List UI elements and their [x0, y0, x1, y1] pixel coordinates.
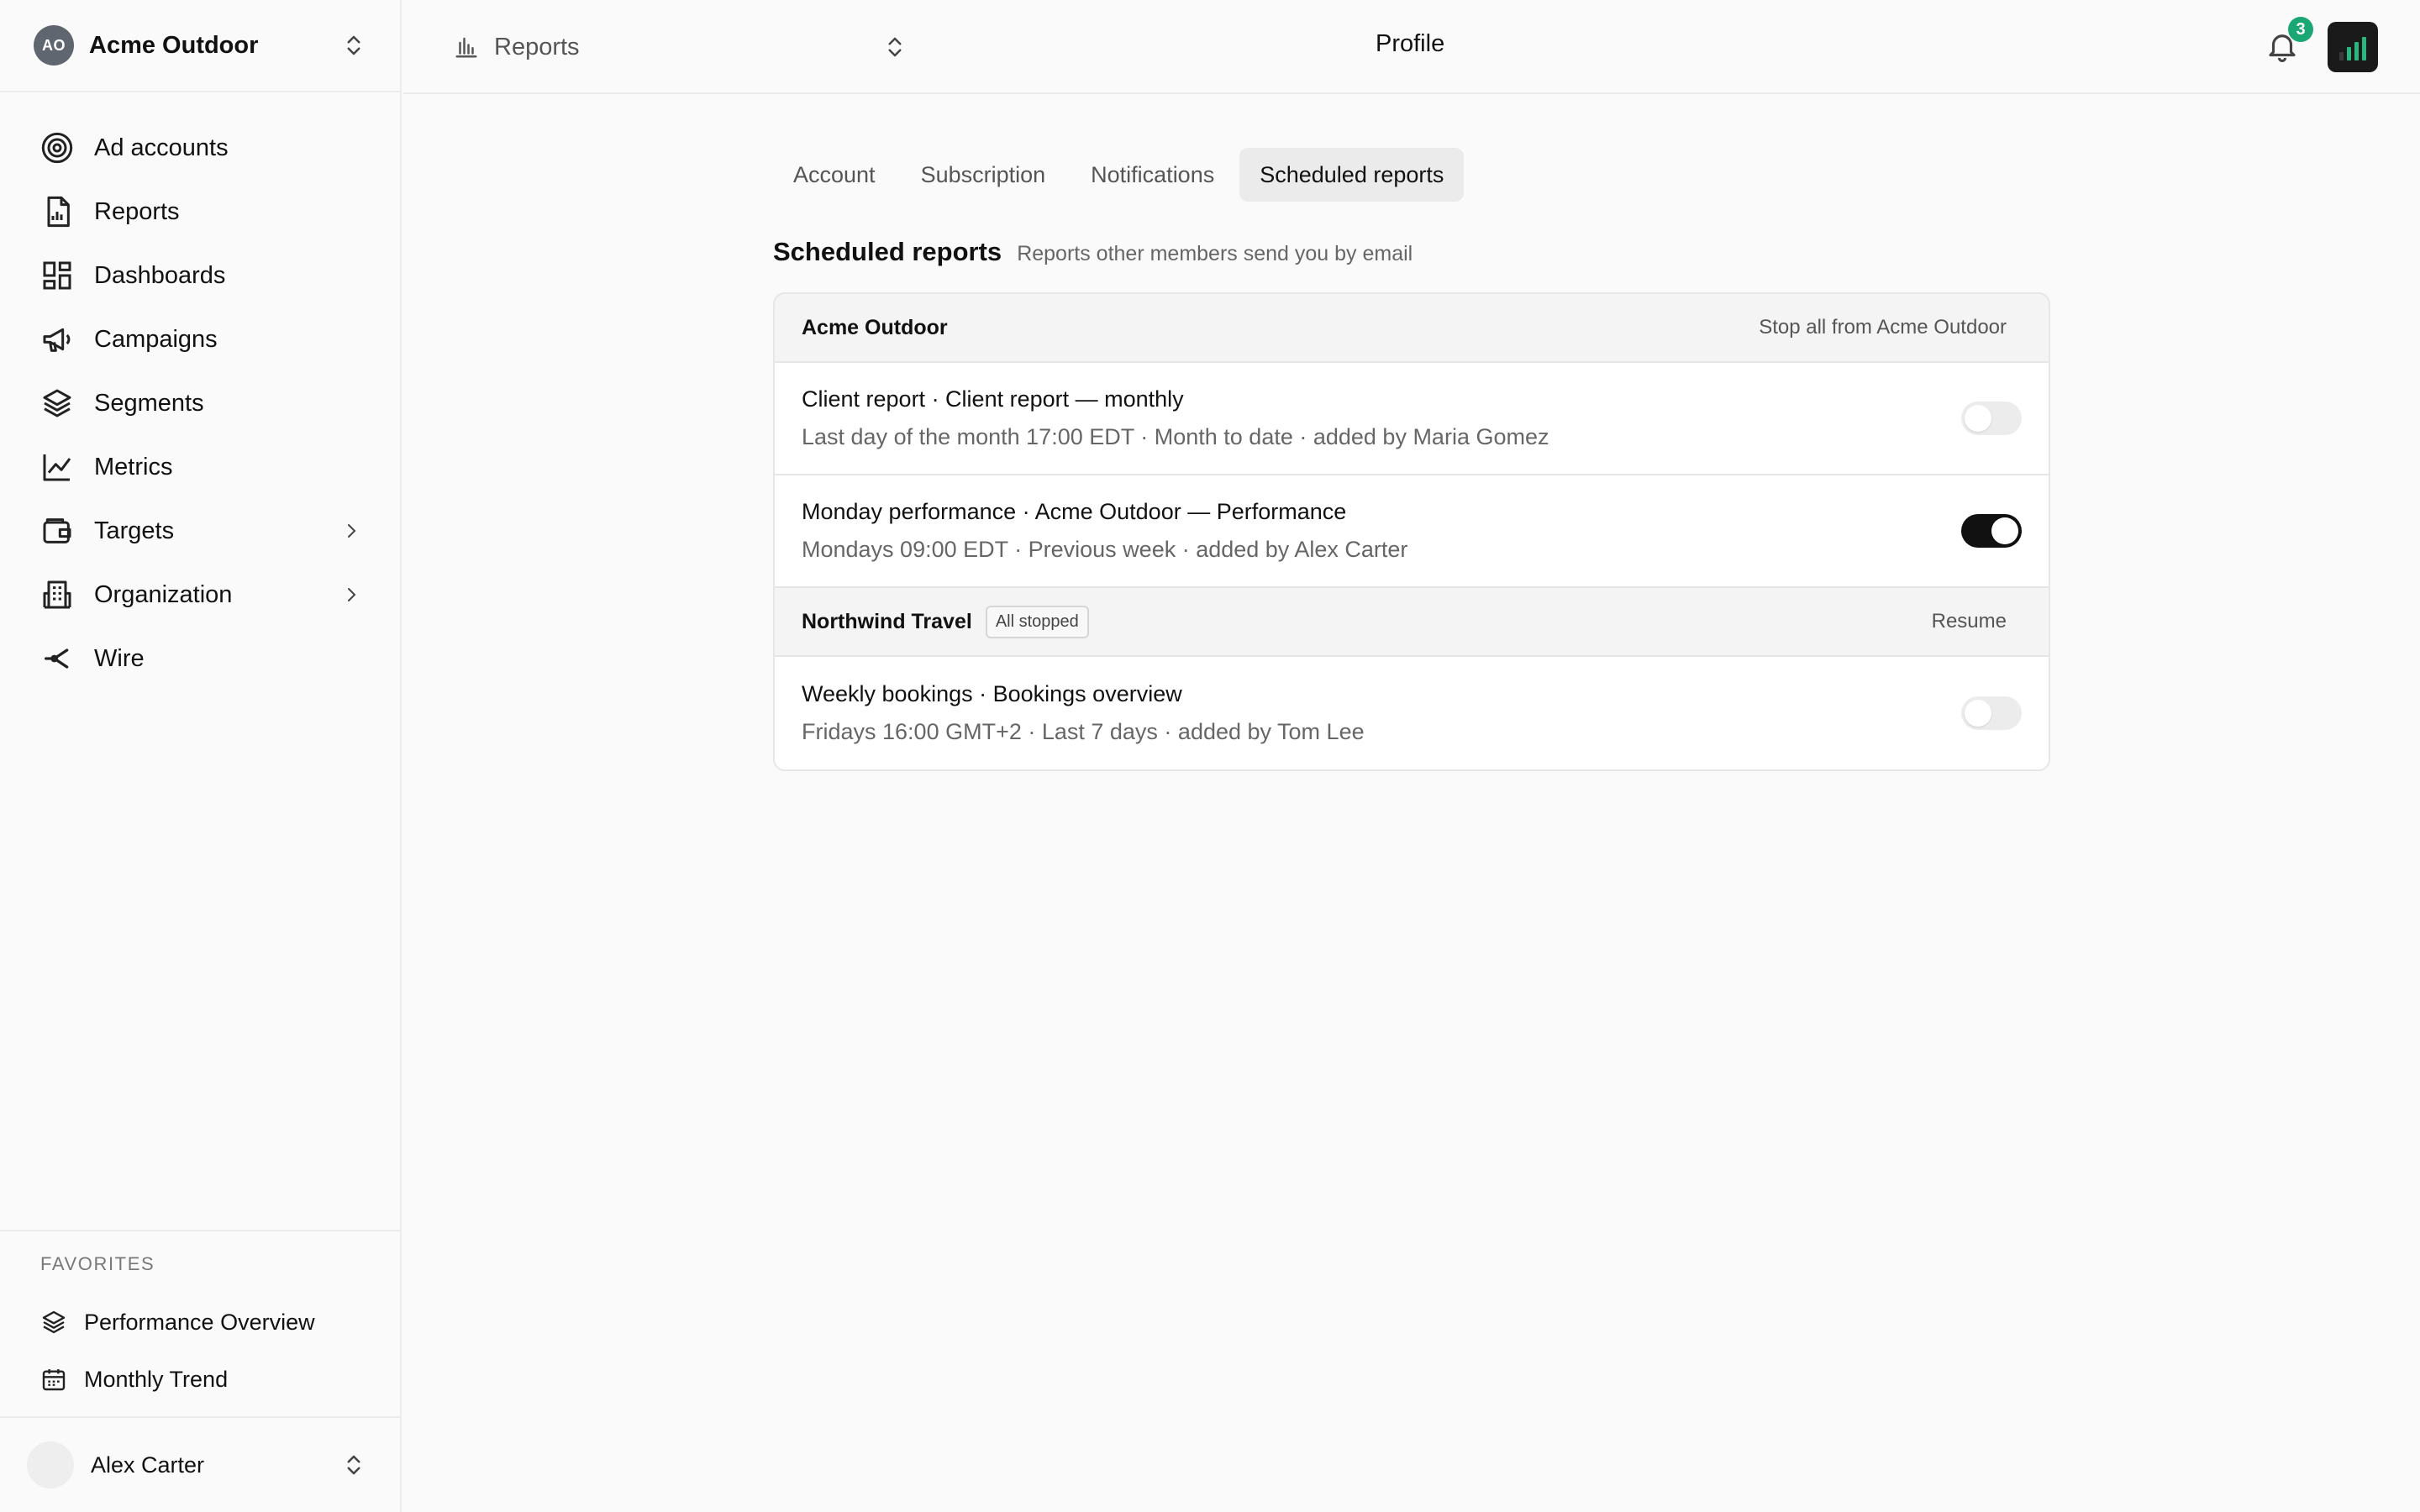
sidebar-item-targets[interactable]: Targets: [0, 499, 400, 563]
sidebar-nav: Ad accounts Reports Dashboards Campaigns…: [0, 92, 400, 690]
sidebar-item-dashboards[interactable]: Dashboards: [0, 244, 400, 307]
share-icon: [40, 642, 74, 675]
report-title: Weekly bookings · Bookings overview: [802, 681, 1182, 706]
sidebar-item-metrics[interactable]: Metrics: [0, 435, 400, 499]
megaphone-icon: [40, 323, 74, 356]
sidebar-item-label: Targets: [94, 517, 175, 544]
toggle-knob: [1965, 405, 1991, 432]
sidebar-item-organization[interactable]: Organization: [0, 563, 400, 627]
dashboard-icon: [40, 259, 74, 292]
bar-chart-icon: [455, 37, 477, 58]
page-title-text: Profile: [1376, 30, 1445, 57]
list-item: Weekly bookings · Bookings overview Frid…: [775, 657, 2049, 769]
tab-subscription[interactable]: Subscription: [901, 148, 1066, 202]
status-badge: All stopped: [985, 605, 1089, 638]
list-item: Client report · Client report — monthly …: [775, 363, 2049, 475]
sidebar-item-campaigns[interactable]: Campaigns: [0, 307, 400, 371]
layers-icon: [42, 1310, 66, 1334]
sidebar-item-reports[interactable]: Reports: [0, 180, 400, 244]
toggle-knob: [1965, 700, 1991, 727]
report-detail: Last day of the month 17:00 EDT · Month …: [802, 424, 1549, 449]
report-title: Client report · Client report — monthly: [802, 386, 1184, 412]
group-header: Acme Outdoor Stop all from Acme Outdoor: [775, 294, 2049, 363]
favorite-item-monthly-trend[interactable]: Monthly Trend: [0, 1351, 400, 1408]
favorite-item-performance-overview[interactable]: Performance Overview: [0, 1294, 400, 1351]
section-subtitle: Reports other members send you by email: [1017, 242, 1413, 265]
logo-bar: [2339, 52, 2344, 60]
report-detail: Fridays 16:00 GMT+2 · Last 7 days · adde…: [802, 719, 1365, 744]
tab-scheduled-reports[interactable]: Scheduled reports: [1239, 148, 1465, 202]
report-select[interactable]: Reports: [454, 29, 908, 66]
report-detail: Mondays 09:00 EDT · Previous week · adde…: [802, 537, 1408, 562]
report-icon: [40, 195, 74, 228]
group-name: Northwind Travel: [802, 609, 972, 633]
favorite-label: Monthly Trend: [84, 1366, 229, 1392]
sidebar-item-segments[interactable]: Segments: [0, 371, 400, 435]
wallet-icon: [40, 514, 74, 548]
sidebar: AO Acme Outdoor Ad accounts Reports Dash…: [0, 0, 402, 1512]
layers-icon: [40, 386, 74, 420]
workspace-switcher[interactable]: AO Acme Outdoor: [0, 0, 400, 92]
sidebar-item-ad-accounts[interactable]: Ad accounts: [0, 116, 400, 180]
profile-tabs: Account Subscription Notifications Sched…: [773, 148, 1469, 202]
sidebar-item-label: Organization: [94, 580, 233, 608]
chevron-updown-icon: [347, 35, 360, 55]
chevron-updown-icon: [888, 37, 902, 57]
avatar: [27, 1441, 74, 1488]
top-bar: Reports Profile 3: [403, 0, 2420, 94]
resume-button[interactable]: Resume: [1932, 610, 2007, 633]
chevron-right-icon: [348, 524, 356, 538]
app-logo-button[interactable]: [2328, 22, 2378, 72]
report-toggle[interactable]: [1961, 402, 2022, 435]
line-chart-icon: [40, 450, 74, 484]
favorites-heading: FAVORITES: [40, 1253, 155, 1274]
group-name: Acme Outdoor: [802, 315, 948, 339]
sidebar-item-label: Ad accounts: [94, 134, 229, 161]
workspace-avatar: AO: [34, 25, 74, 66]
favorites-section: FAVORITES Performance Overview Monthly T…: [0, 1230, 400, 1408]
report-select-label: Reports: [494, 33, 580, 60]
building-icon: [40, 578, 74, 612]
logo-bar: [2362, 37, 2366, 60]
report-toggle[interactable]: [1961, 514, 2022, 548]
section-header: Scheduled reports Reports other members …: [773, 237, 1413, 267]
chevron-updown-icon: [347, 1455, 360, 1475]
sidebar-item-wire[interactable]: Wire: [0, 627, 400, 690]
report-toggle[interactable]: [1961, 696, 2022, 730]
sidebar-item-label: Dashboards: [94, 261, 226, 289]
workspace-name: Acme Outdoor: [89, 31, 259, 59]
sidebar-item-label: Segments: [94, 389, 204, 417]
toggle-knob: [1991, 517, 2018, 544]
list-item: Monday performance · Acme Outdoor — Perf…: [775, 475, 2049, 588]
scheduled-reports-card: Acme Outdoor Stop all from Acme Outdoor …: [773, 292, 2050, 771]
group-header: Northwind Travel All stopped Resume: [775, 588, 2049, 657]
notification-badge: 3: [2288, 17, 2313, 42]
chevron-right-icon: [348, 588, 356, 601]
user-name: Alex Carter: [91, 1452, 205, 1478]
sidebar-item-label: Wire: [94, 644, 145, 672]
logo-bar: [2347, 47, 2351, 60]
report-title: Monday performance · Acme Outdoor — Perf…: [802, 499, 1347, 524]
sidebar-item-label: Reports: [94, 197, 180, 225]
stop-all-button[interactable]: Stop all from Acme Outdoor: [1759, 316, 2007, 339]
tab-notifications[interactable]: Notifications: [1071, 148, 1234, 202]
logo-bar: [2354, 42, 2359, 60]
favorite-label: Performance Overview: [84, 1309, 315, 1335]
sidebar-item-label: Metrics: [94, 453, 173, 480]
target-icon: [40, 131, 74, 165]
tab-account[interactable]: Account: [773, 148, 896, 202]
section-title: Scheduled reports: [773, 237, 1002, 266]
user-menu[interactable]: Alex Carter: [0, 1416, 400, 1512]
sidebar-item-label: Campaigns: [94, 325, 218, 353]
calendar-icon: [42, 1369, 66, 1391]
